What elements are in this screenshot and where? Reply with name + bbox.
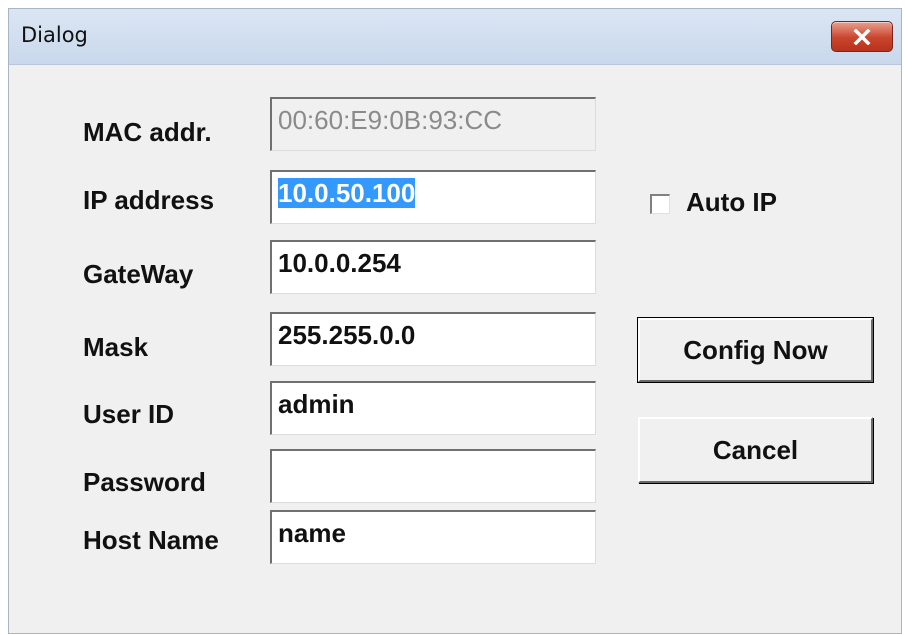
mask-label: Mask — [83, 332, 149, 362]
dialog-window: Dialog MAC addr. 00:60:E9:0B:93:CC IP ad… — [8, 8, 902, 634]
mac-label: MAC addr. — [83, 117, 212, 147]
gateway-label: GateWay — [83, 259, 194, 289]
close-x-icon — [853, 28, 871, 45]
auto-ip-checkbox[interactable] — [650, 194, 670, 214]
user-id-field[interactable]: admin — [270, 381, 596, 435]
title-bar[interactable]: Dialog — [9, 9, 901, 65]
auto-ip-label[interactable]: Auto IP — [686, 187, 777, 218]
window-title: Dialog — [21, 23, 88, 47]
ip-address-label: IP address — [83, 185, 215, 215]
mac-address-field: 00:60:E9:0B:93:CC — [270, 97, 596, 151]
config-now-button[interactable]: Config Now — [637, 317, 874, 383]
host-name-field[interactable]: name — [270, 510, 596, 564]
ip-address-field[interactable]: 10.0.50.100 — [270, 170, 596, 224]
mask-field[interactable]: 255.255.0.0 — [270, 312, 596, 366]
user-id-label: User ID — [83, 399, 175, 429]
host-name-label: Host Name — [83, 525, 219, 555]
cancel-button[interactable]: Cancel — [638, 417, 873, 483]
close-button[interactable] — [831, 21, 893, 52]
password-label: Password — [83, 467, 206, 497]
password-field[interactable] — [270, 449, 596, 503]
gateway-field[interactable]: 10.0.0.254 — [270, 240, 596, 294]
ip-address-value: 10.0.50.100 — [278, 178, 416, 208]
